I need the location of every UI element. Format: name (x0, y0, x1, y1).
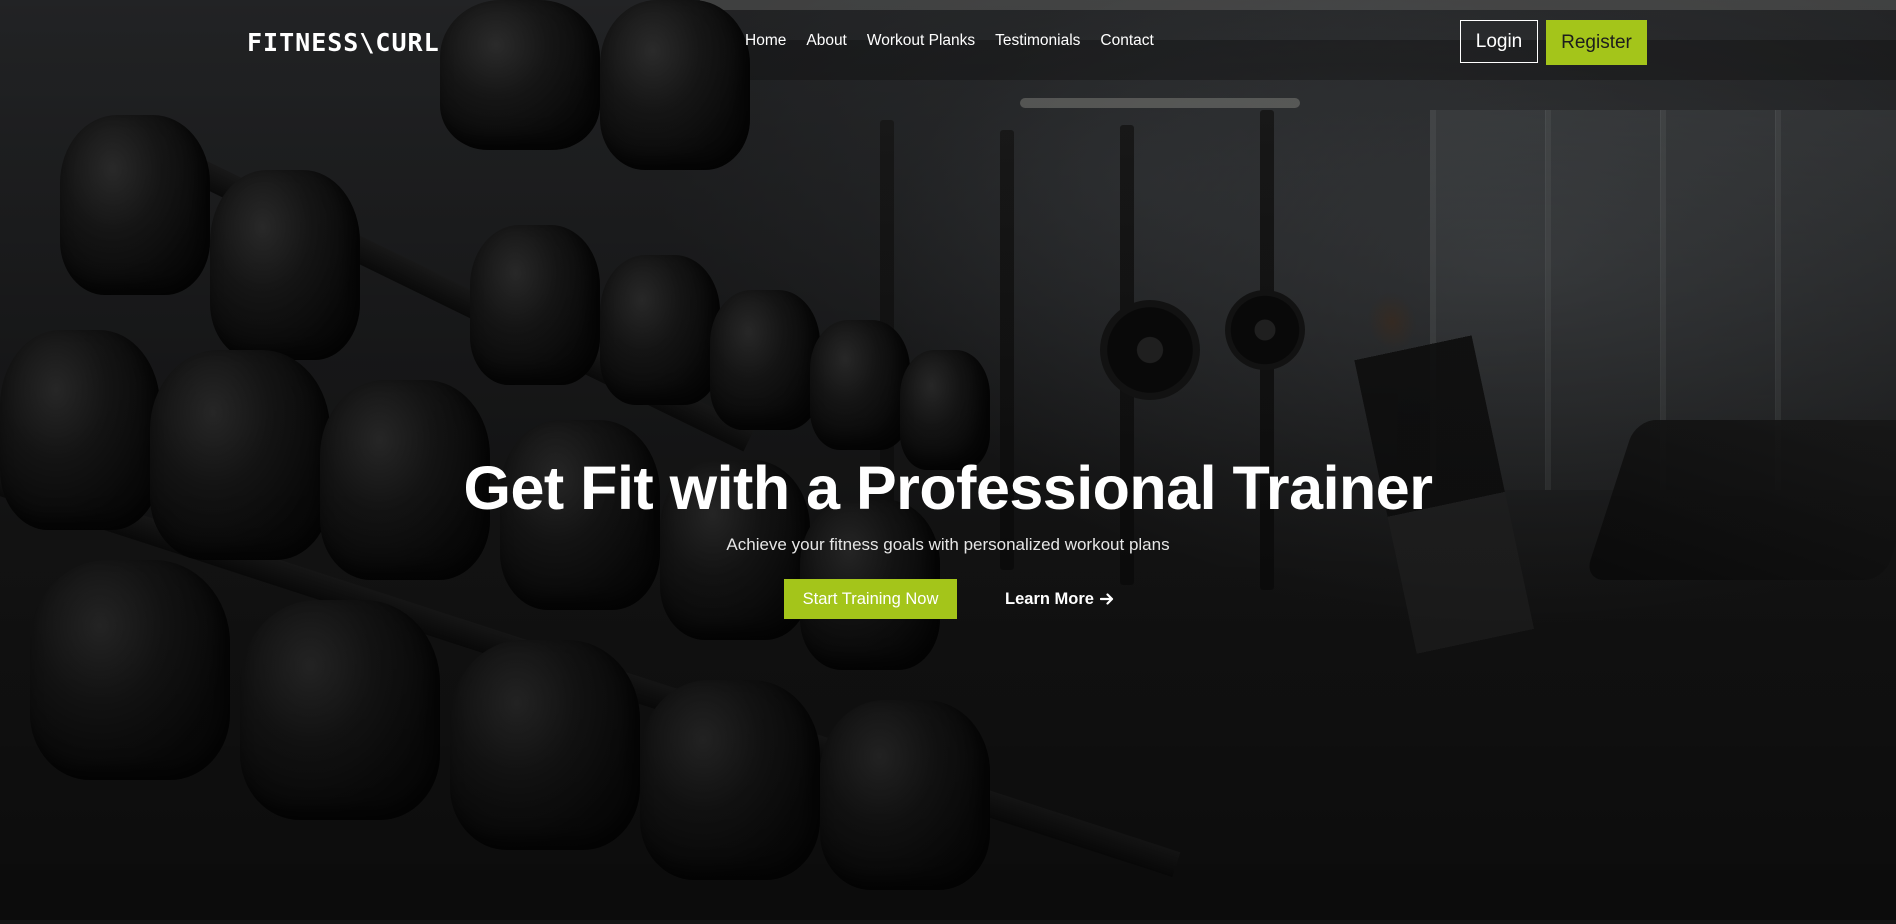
brand-logo[interactable]: FITNESS\CURL (247, 28, 440, 57)
nav-link-workout-planks[interactable]: Workout Planks (867, 32, 975, 49)
login-button[interactable]: Login (1460, 20, 1538, 63)
hero-section: Get Fit with a Professional Trainer Achi… (0, 448, 1896, 619)
hero-subtitle: Achieve your fitness goals with personal… (726, 535, 1170, 554)
start-training-button[interactable]: Start Training Now (784, 579, 958, 619)
hero-title: Get Fit with a Professional Trainer (463, 454, 1433, 522)
auth-buttons: Login Register (1460, 20, 1647, 65)
nav-item-home: Home (745, 32, 786, 50)
page-bottom-edge (0, 920, 1896, 924)
arrow-right-icon (1099, 592, 1114, 606)
nav-item-workout-planks: Workout Planks (867, 32, 975, 50)
learn-more-link[interactable]: Learn More (1005, 590, 1114, 609)
nav-link-about[interactable]: About (806, 32, 847, 49)
hero-actions: Start Training Now Learn More (0, 579, 1896, 619)
nav-link-contact[interactable]: Contact (1100, 32, 1153, 49)
main-navbar: FITNESS\CURL Home About Workout Planks T… (0, 0, 1896, 86)
nav-item-testimonials: Testimonials (995, 32, 1080, 50)
nav-links: Home About Workout Planks Testimonials C… (735, 32, 1164, 50)
register-button[interactable]: Register (1546, 20, 1647, 65)
nav-item-contact: Contact (1100, 32, 1153, 50)
nav-link-home[interactable]: Home (745, 32, 786, 49)
nav-link-testimonials[interactable]: Testimonials (995, 32, 1080, 49)
nav-item-about: About (806, 32, 847, 50)
learn-more-label: Learn More (1005, 589, 1094, 608)
